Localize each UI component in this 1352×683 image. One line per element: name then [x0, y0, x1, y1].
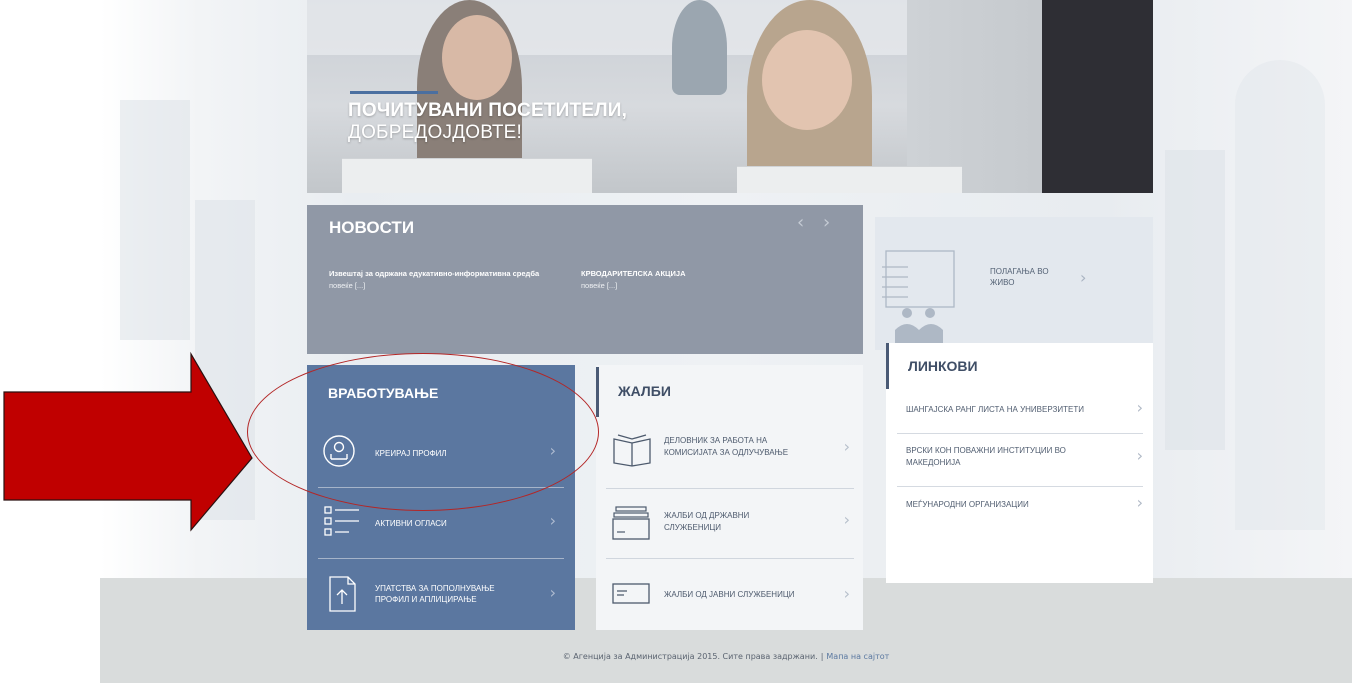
- annotation-overlay: [3, 351, 253, 532]
- red-highlight-ellipse: [247, 353, 599, 511]
- red-arrow-icon: [3, 351, 253, 532]
